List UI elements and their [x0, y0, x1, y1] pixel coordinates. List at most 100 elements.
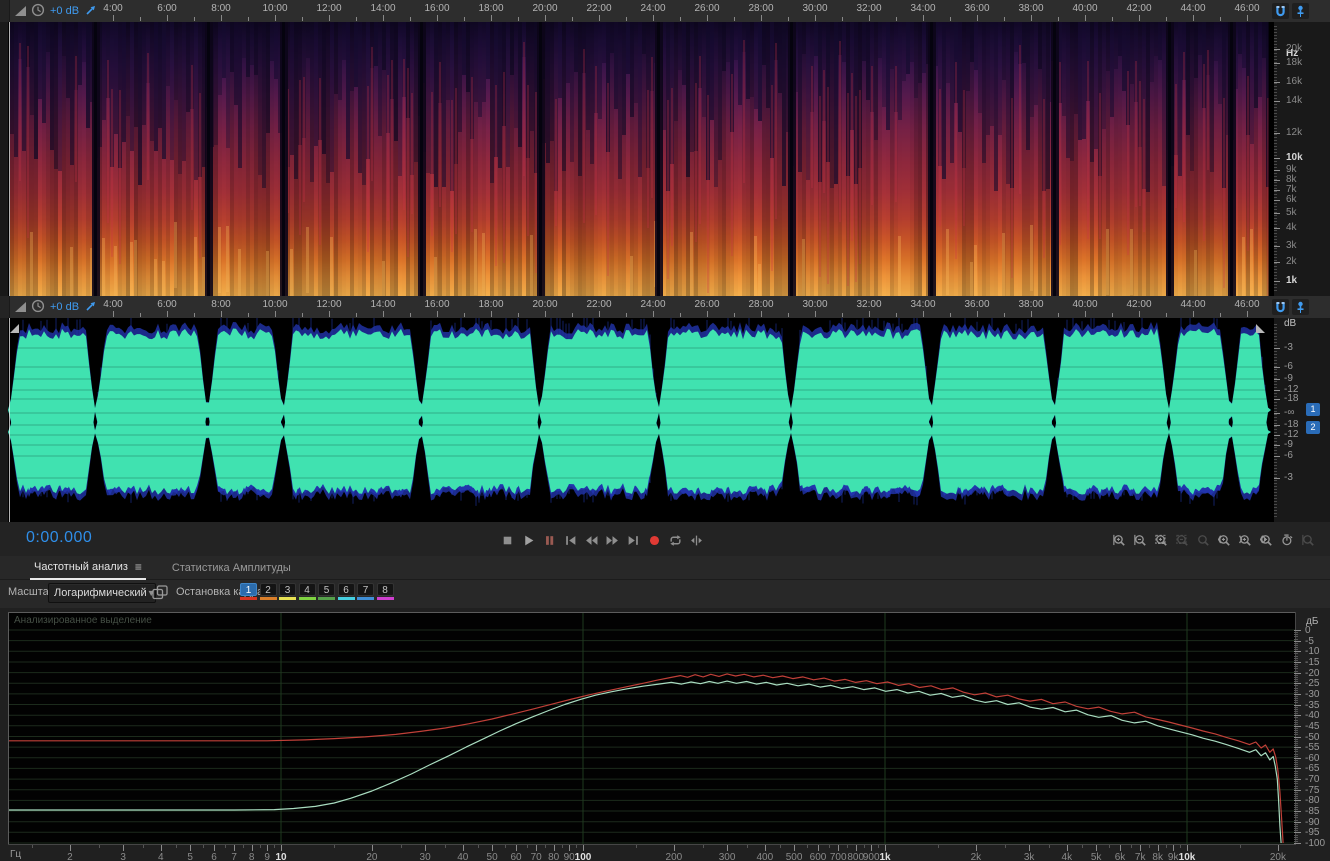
volume-envelope-icon[interactable] [14, 300, 27, 318]
zoom-in-left-edge-button[interactable] [1213, 527, 1234, 549]
plot-db-tick [1294, 821, 1301, 823]
playhead-line[interactable] [9, 22, 10, 296]
channel-1-badge[interactable]: 1 [1306, 403, 1320, 416]
zoom-vertical-button[interactable] [1297, 527, 1318, 549]
zoom-to-selection-button[interactable] [1150, 527, 1171, 549]
panel-grip[interactable] [0, 0, 10, 22]
record-button[interactable] [644, 527, 665, 549]
freq-axis-minor-tick [1274, 74, 1277, 75]
freq-axis-label: 5k [1286, 207, 1297, 218]
play-button[interactable] [518, 527, 539, 549]
timeline-ruler-spectrogram[interactable]: +0 dB 4:00 6:00 8:00 10:00 12:00 14:00 16:00 18… [0, 0, 1330, 23]
spectrogram-panel[interactable]: Hz 20k 18k 16k 14k 12k 10k 9k 8k 7k 6k 5k 4k 3k 2k 1k [0, 22, 1330, 296]
frequency-plot-canvas[interactable] [8, 612, 1296, 845]
copy-graph-button[interactable] [152, 585, 169, 605]
tab-amplitude-statistics[interactable]: Статистика Амплитуды [168, 556, 295, 579]
amp-axis-tick [1274, 413, 1280, 414]
ruler-time-label: 6:00 [157, 3, 177, 14]
zoom-in-right-edge-button[interactable] [1234, 527, 1255, 549]
amp-axis-minor-tick [1274, 369, 1277, 370]
frame-hold-button-3[interactable]: 3 [279, 583, 296, 596]
frame-hold-button-4[interactable]: 4 [298, 583, 316, 596]
clock-icon[interactable] [31, 299, 45, 318]
plot-db-tick [1294, 800, 1301, 802]
skip-to-end-button[interactable] [623, 527, 644, 549]
skip-to-start-button[interactable] [560, 527, 581, 549]
frame-hold-button-6[interactable]: 6 [337, 583, 355, 596]
frame-hold-button-1[interactable]: 1 [240, 583, 257, 596]
zoom-out-time-button[interactable] [1129, 527, 1150, 549]
ruler-tick [923, 15, 924, 21]
plot-db-tick [1294, 742, 1298, 744]
ruler-tick [977, 311, 978, 317]
plot-freq-tick [536, 845, 538, 851]
stop-button[interactable] [497, 527, 518, 549]
snap-magnet-button[interactable] [1272, 3, 1289, 19]
frame-hold-button-8[interactable]: 8 [376, 583, 394, 596]
waveform-display[interactable] [8, 318, 1274, 522]
freq-axis-minor-tick [1274, 122, 1277, 123]
pin-timeline-button[interactable] [1292, 3, 1309, 19]
ruler-tick [194, 313, 195, 317]
plot-db-tick [1294, 779, 1301, 781]
plot-freq-tick [673, 845, 675, 851]
panel-menu-icon[interactable]: ≡ [135, 561, 142, 573]
frame-hold-button-2[interactable]: 2 [259, 583, 277, 596]
plot-db-label: -60 [1305, 752, 1320, 764]
pause-button[interactable] [539, 527, 560, 549]
fast-forward-button[interactable] [602, 527, 623, 549]
spectrogram-display[interactable] [8, 22, 1274, 296]
ruler-tick [626, 17, 627, 21]
loop-playback-button[interactable] [665, 527, 686, 549]
clip-gain-corner-icon[interactable] [1256, 320, 1265, 338]
clip-gain-label[interactable]: +0 dB [50, 301, 79, 313]
plot-db-tick [1294, 838, 1298, 840]
plot-db-tick [1294, 685, 1298, 687]
ruler-tick [653, 311, 654, 317]
zoom-in-time-button[interactable] [1108, 527, 1129, 549]
frame-hold-button-7[interactable]: 7 [357, 583, 374, 596]
frame-hold-color-swatch [279, 597, 296, 600]
frame-hold-button-5[interactable]: 5 [318, 583, 335, 596]
skip-selection-button[interactable] [686, 527, 707, 549]
freq-axis-minor-tick [1274, 167, 1277, 168]
amp-axis-minor-tick [1274, 420, 1277, 421]
snap-magnet-button[interactable] [1272, 299, 1289, 315]
zoom-selection-edges-button[interactable] [1255, 527, 1276, 549]
plot-db-label: -45 [1305, 720, 1320, 732]
pin-timeline-button[interactable] [1292, 299, 1309, 315]
freq-axis-label: 1k [1286, 275, 1298, 286]
rewind-button[interactable] [581, 527, 602, 549]
volume-envelope-icon[interactable] [14, 4, 27, 22]
reset-zoom-time-button[interactable] [1276, 527, 1297, 549]
plot-db-label: -75 [1305, 784, 1320, 796]
plot-freq-minor-tick [747, 845, 749, 848]
ruler-time-label: 44:00 [1180, 3, 1206, 14]
amp-axis-label: -3 [1284, 342, 1293, 353]
panel-grip[interactable] [0, 296, 10, 318]
waveform-panel[interactable]: dB 1 2 -3 -6 -9 -12 -18 -∞ -18 -12 -9 -6 -3 [0, 318, 1330, 522]
clock-icon[interactable] [31, 3, 45, 22]
freq-axis-minor-tick [1274, 257, 1277, 258]
zoom-out-selection-button[interactable] [1171, 527, 1192, 549]
selection-annotation: Анализированное выделение [14, 615, 152, 626]
ruler-tick [329, 15, 330, 21]
playhead-line[interactable] [9, 318, 10, 522]
freq-axis-minor-tick [1274, 251, 1277, 252]
clip-gain-corner-icon[interactable] [10, 320, 19, 338]
freq-axis-label: 2k [1286, 256, 1297, 267]
tab-frequency-analysis[interactable]: Частотный анализ ≡ [30, 555, 146, 580]
channel-2-badge[interactable]: 2 [1306, 421, 1320, 434]
freq-axis-tick [1274, 101, 1280, 102]
timeline-ruler-waveform[interactable]: +0 dB 4:00 6:00 8:00 10:00 12:00 14:00 16:00 18… [0, 296, 1330, 319]
freq-axis-minor-tick [1274, 50, 1277, 51]
zoom-full-button[interactable] [1192, 527, 1213, 549]
playhead-time-display[interactable]: 0:00.000 [26, 529, 92, 547]
plot-db-label: -55 [1305, 742, 1320, 754]
scale-select[interactable]: Логарифмический ▼ [48, 583, 156, 603]
plot-freq-label: 2k [970, 852, 982, 861]
freq-axis-minor-tick [1274, 194, 1277, 195]
clip-gain-label[interactable]: +0 dB [50, 5, 79, 17]
ruler-tick [113, 311, 114, 317]
plot-db-tick [1294, 796, 1298, 798]
